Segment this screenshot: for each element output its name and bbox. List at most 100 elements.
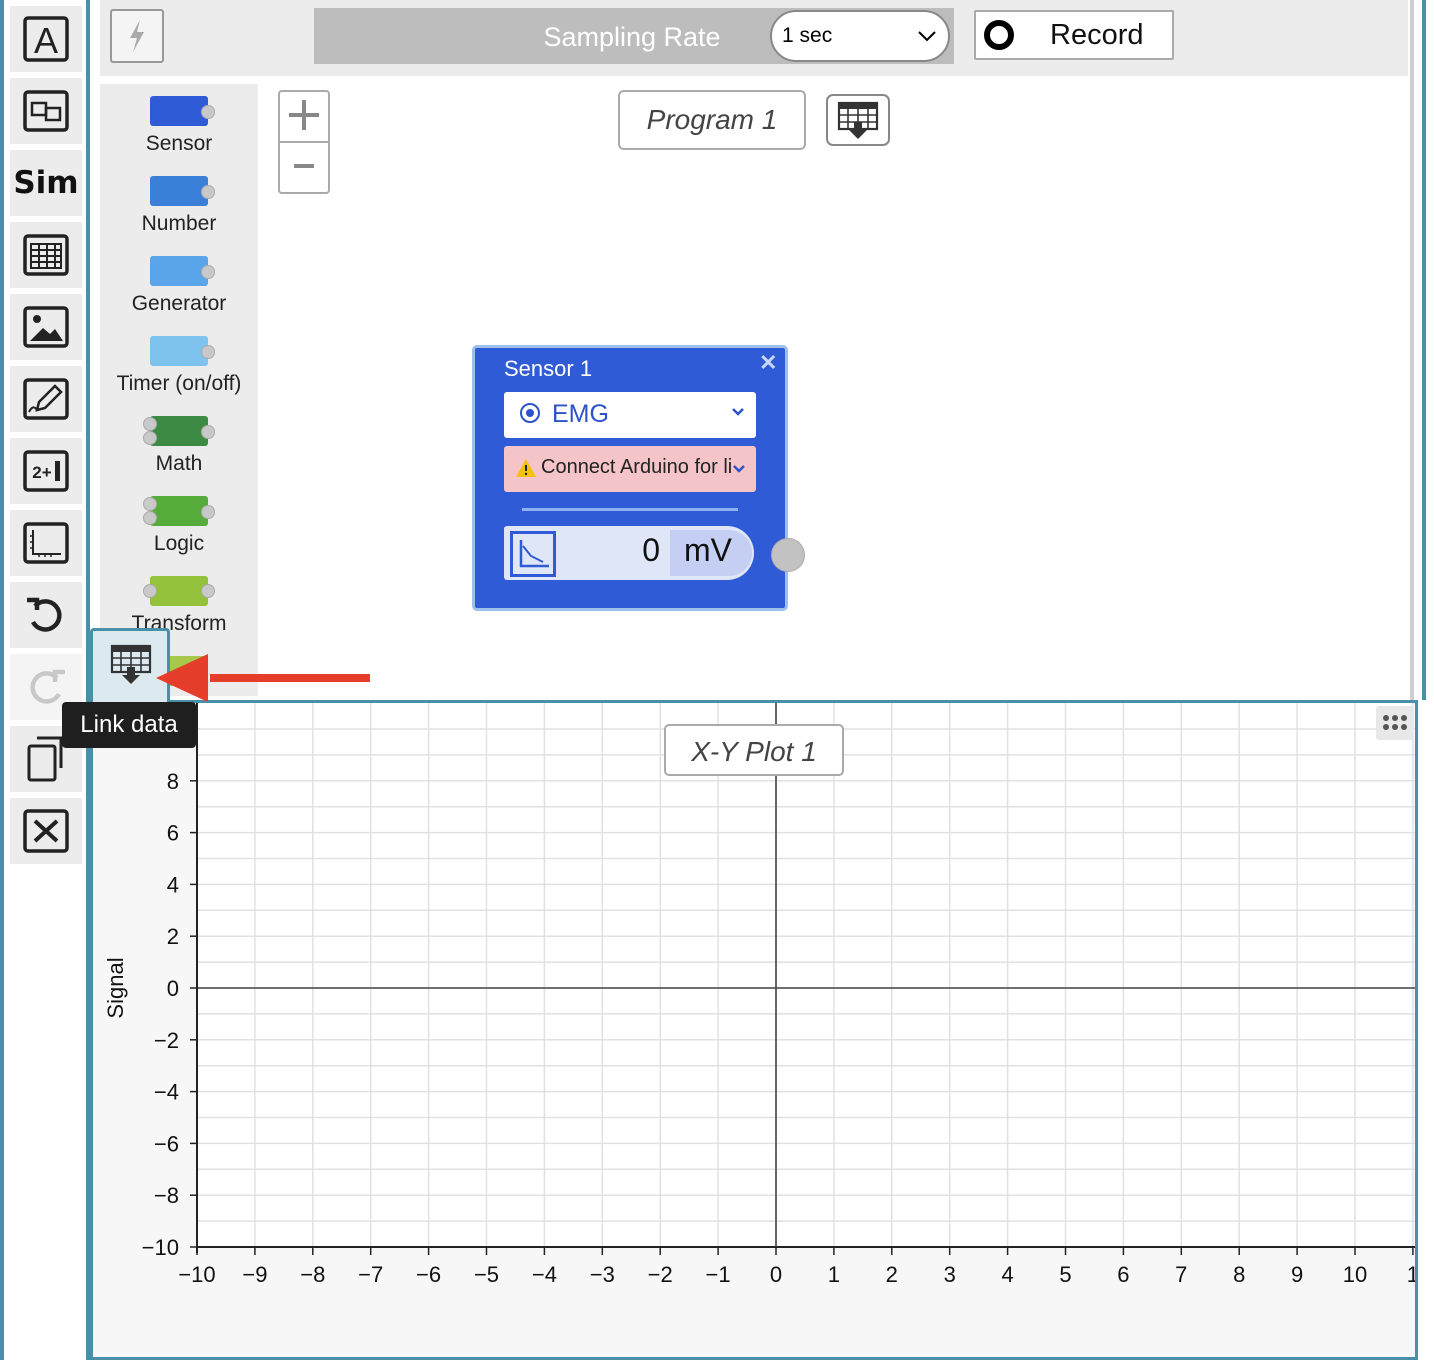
mini-graph-icon	[519, 540, 549, 568]
close-node-button[interactable]: ✕	[759, 350, 777, 376]
image-icon	[23, 306, 69, 348]
x-tick-label: −3	[590, 1262, 615, 1287]
y-tick-label: −10	[142, 1235, 179, 1260]
x-tick-label: 1	[828, 1262, 840, 1287]
y-tick-label: 0	[167, 976, 179, 1001]
table-download-icon	[837, 101, 879, 139]
plot-area[interactable]: −10 −9 −8 −7 −6 −5 −4 −3 −2 −1 0 1 2 3 4 5 6 7 8 9 10 186420−…	[93, 703, 1415, 1357]
table-download-icon	[110, 644, 152, 684]
sensor-node-title: Sensor 1	[504, 356, 593, 381]
palette-item-label: Number	[141, 212, 217, 235]
drawing-tool-button[interactable]	[10, 366, 82, 432]
plus-icon	[289, 100, 319, 130]
palette-item-label: Math	[155, 452, 203, 475]
table-icon	[23, 234, 69, 276]
sensor-value: 0	[642, 532, 660, 568]
sensor-type-value: EMG	[552, 400, 609, 428]
x-tick-label: −2	[648, 1262, 673, 1287]
palette-item-label: Generator	[131, 292, 227, 315]
linked-tiles-icon	[23, 90, 69, 132]
x-tick-label: −10	[178, 1262, 215, 1287]
program-title[interactable]: Program 1	[618, 90, 806, 150]
chevron-down-icon	[731, 461, 747, 482]
record-button[interactable]: Record	[974, 10, 1174, 60]
x-tick-label: 9	[1291, 1262, 1303, 1287]
x-tick-label: 10	[1343, 1262, 1367, 1287]
block-palette: Sensor Number Generator Timer (on/off) M…	[100, 84, 258, 696]
sensor-type-select[interactable]	[504, 392, 756, 438]
y-tick-label: 6	[167, 821, 179, 846]
image-tool-button[interactable]	[10, 294, 82, 360]
sim-label: Sim	[13, 165, 79, 201]
sensor-radio-icon	[520, 403, 540, 423]
sensor-warning-text: Connect Arduino for li	[541, 456, 731, 478]
x-tick-label: 7	[1175, 1262, 1187, 1287]
undo-button[interactable]	[10, 582, 82, 648]
warning-icon	[515, 458, 537, 483]
svg-text:A: A	[34, 20, 58, 61]
x-tick-label: −1	[706, 1262, 731, 1287]
logic-block-chip	[150, 496, 208, 526]
sensor-block-chip	[150, 96, 208, 126]
sensor-separator	[522, 508, 738, 511]
expression-icon: 2+	[23, 450, 69, 492]
graph-tool-button[interactable]	[10, 510, 82, 576]
x-tick-label: 3	[944, 1262, 956, 1287]
x-tick-label: 8	[1233, 1262, 1245, 1287]
sim-tool-button[interactable]: Sim	[10, 150, 82, 216]
y-axis-label: Signal	[103, 957, 128, 1018]
sensor-unit: mV	[684, 532, 732, 568]
run-button[interactable]	[110, 9, 164, 63]
x-tick-label: −9	[242, 1262, 267, 1287]
x-tick-label: 4	[1001, 1262, 1013, 1287]
y-tick-label: −2	[154, 1028, 179, 1053]
zoom-divider	[278, 141, 330, 143]
x-tick-label: 0	[770, 1262, 782, 1287]
palette-item-label: Sensor	[145, 132, 213, 155]
text-tool-button[interactable]: A	[10, 6, 82, 72]
number-block-chip	[150, 176, 208, 206]
palette-item-label: Logic	[153, 532, 205, 555]
record-label: Record	[1050, 18, 1144, 51]
undo-icon	[27, 597, 62, 632]
x-tick-label: −4	[532, 1262, 557, 1287]
y-tick-label: −4	[154, 1080, 179, 1105]
program-export-button[interactable]	[826, 94, 890, 146]
record-icon	[984, 20, 1014, 50]
plot-title[interactable]: X-Y Plot 1	[664, 724, 844, 776]
zoom-in-button[interactable]	[280, 92, 328, 140]
zoom-out-button[interactable]	[280, 144, 328, 192]
sensor-graph-button[interactable]	[510, 531, 556, 577]
x-tick-label: −6	[416, 1262, 441, 1287]
x-tick-label: −7	[358, 1262, 383, 1287]
plot-background	[197, 703, 1415, 1247]
timer-block-chip	[150, 336, 208, 366]
link-tool-button[interactable]	[10, 78, 82, 144]
x-tick-label: 1	[1407, 1262, 1415, 1287]
minus-icon	[294, 164, 314, 168]
close-icon: ✕	[759, 350, 778, 375]
x-tick-label: −5	[474, 1262, 499, 1287]
chevron-down-icon	[918, 31, 936, 42]
text-box-icon: A	[23, 16, 69, 62]
expression-tool-button[interactable]: 2+	[10, 438, 82, 504]
x-tick-label: 2	[886, 1262, 898, 1287]
plot-menu-button[interactable]	[1376, 706, 1414, 740]
y-tick-label: 8	[167, 769, 179, 794]
x-tick-label: 5	[1059, 1262, 1071, 1287]
generator-block-chip	[150, 256, 208, 286]
table-tool-button[interactable]	[10, 222, 82, 288]
left-border	[0, 0, 4, 1360]
dots-grid-icon	[1383, 715, 1407, 730]
close-icon	[23, 809, 69, 853]
sensor-output-port[interactable]	[771, 538, 805, 572]
lightning-icon	[130, 20, 144, 52]
sampling-rate-value: 1 sec	[782, 24, 833, 47]
sampling-rate-select[interactable]: 1 sec	[770, 10, 950, 62]
graph-axes-icon	[23, 522, 69, 564]
y-tick-label: −6	[154, 1131, 179, 1156]
delete-button[interactable]	[10, 798, 82, 864]
pencil-icon	[23, 378, 69, 420]
red-arrow-annotation	[156, 654, 370, 702]
right-border	[1422, 0, 1426, 700]
